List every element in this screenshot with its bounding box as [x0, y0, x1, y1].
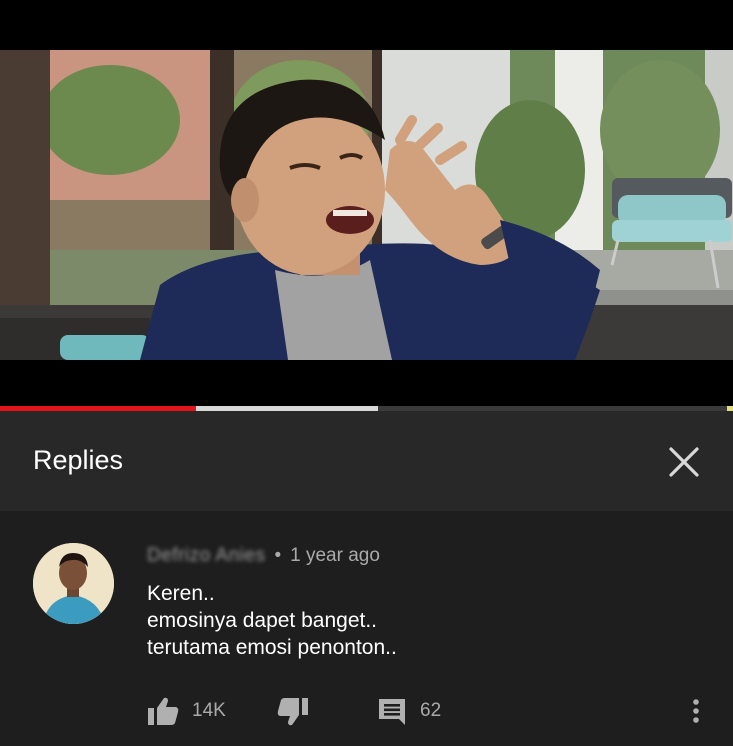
avatar[interactable]: [33, 543, 114, 624]
comment-line: emosinya dapet banget..: [147, 609, 377, 632]
comment-line: terutama emosi penonton..: [147, 636, 397, 659]
thumbs-up-icon: [148, 697, 179, 725]
replies-title: Replies: [33, 445, 124, 475]
video-still-image: [0, 50, 733, 360]
meta-separator: •: [274, 545, 282, 566]
like-button[interactable]: 14K: [147, 694, 226, 728]
like-count: 14K: [192, 700, 226, 721]
close-icon: [669, 447, 699, 477]
comment-line: Keren..: [147, 582, 215, 605]
thumbs-down-icon: [277, 698, 308, 726]
comment-text: Keren.. emosinya dapet banget.. terutama…: [147, 580, 397, 661]
comment-meta: Defrizo Anies • 1 year ago: [147, 543, 380, 569]
more-vertical-icon: [693, 699, 699, 723]
dislike-button[interactable]: [277, 694, 309, 728]
close-button[interactable]: [662, 440, 706, 484]
reply-comment-icon: [379, 699, 405, 725]
reply-count: 62: [420, 700, 442, 721]
comment-author[interactable]: Defrizo Anies: [147, 545, 265, 567]
avatar-image: [33, 543, 114, 624]
comment-time[interactable]: 1 year ago: [290, 545, 380, 567]
video-player[interactable]: [0, 0, 733, 408]
replies-header: Replies: [0, 411, 733, 511]
video-frame[interactable]: [0, 50, 733, 360]
more-options-button[interactable]: [686, 694, 706, 728]
reply-button[interactable]: 62: [377, 694, 441, 728]
